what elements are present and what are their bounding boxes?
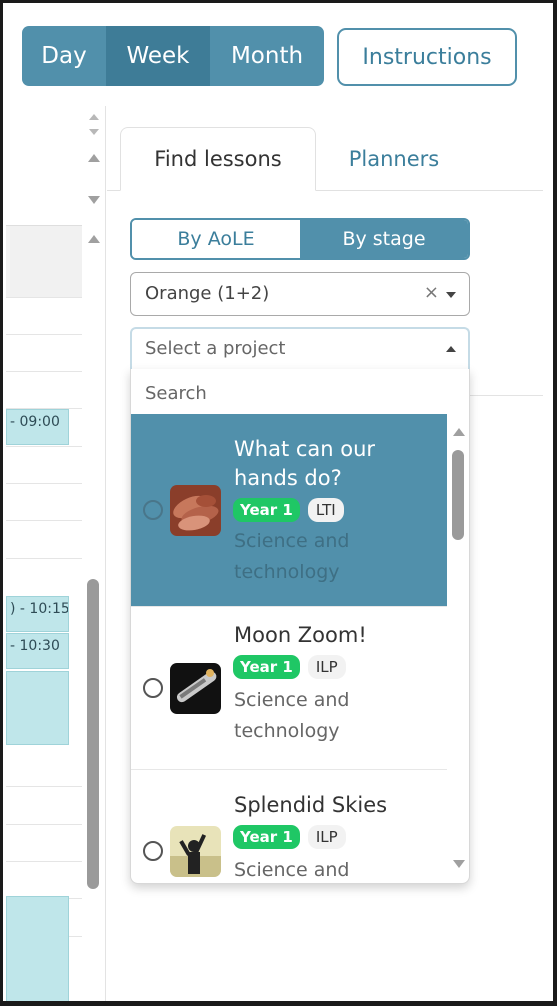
- view-switch: Day Week Month: [22, 26, 324, 86]
- calendar-event[interactable]: ) - 10:15: [6, 596, 69, 632]
- by-stage-button[interactable]: By stage: [300, 220, 468, 258]
- calendar-grid[interactable]: - 09:00 ) - 10:15 - 10:30: [6, 106, 82, 1001]
- scroll-up-icon[interactable]: [88, 154, 100, 162]
- hour-line: [6, 334, 82, 335]
- project-option-moon-zoom[interactable]: Moon Zoom! Year 1 ILP Science and techno…: [131, 607, 447, 770]
- hour-line: [6, 824, 82, 825]
- hour-line: [6, 786, 82, 787]
- project-search-input[interactable]: Search: [145, 383, 207, 404]
- scroll-up-small-icon[interactable]: [89, 114, 99, 120]
- by-aole-button[interactable]: By AoLE: [132, 220, 300, 258]
- instructions-button[interactable]: Instructions: [337, 28, 517, 86]
- type-badge: ILP: [307, 655, 346, 679]
- hour-line: [6, 297, 82, 298]
- project-title: What can our hands do?: [234, 437, 376, 490]
- calendar-event[interactable]: [6, 896, 69, 1001]
- hour-line: [6, 483, 82, 484]
- project-badges: Year 1 ILP: [233, 655, 346, 679]
- stage-select[interactable]: Orange (1+2) ×: [130, 272, 470, 316]
- scroll-down-icon[interactable]: [88, 196, 100, 204]
- year-badge: Year 1: [233, 825, 300, 849]
- hour-line: [6, 558, 82, 559]
- type-badge: ILP: [307, 825, 346, 849]
- tab-find-lessons[interactable]: Find lessons: [120, 127, 316, 191]
- project-subject: Science and: [234, 859, 350, 881]
- clear-icon[interactable]: ×: [424, 282, 439, 303]
- year-badge: Year 1: [233, 498, 300, 522]
- tab-planners[interactable]: Planners: [321, 127, 467, 191]
- view-month-button[interactable]: Month: [210, 26, 324, 86]
- scroll-down-icon[interactable]: [453, 860, 465, 868]
- type-badge: LTI: [307, 498, 344, 522]
- hour-line: [6, 446, 82, 447]
- filter-toggle: By AoLE By stage: [130, 218, 470, 260]
- calendar-strip: - 09:00 ) - 10:15 - 10:30: [6, 106, 106, 1001]
- hands-thumbnail-icon: [170, 485, 221, 536]
- all-day-row: [6, 225, 82, 297]
- project-subject: Science and technology: [234, 530, 350, 583]
- hour-line: [6, 861, 82, 862]
- panel-divider: [469, 395, 543, 396]
- project-option-splendid-skies[interactable]: Splendid Skies Year 1 ILP Science and: [131, 770, 447, 883]
- calendar-event[interactable]: - 09:00: [6, 409, 69, 445]
- hour-line: [6, 520, 82, 521]
- app-frame: Day Week Month Instructions - 09:00 ) - …: [0, 0, 557, 1006]
- radio-button[interactable]: [143, 500, 163, 520]
- project-list: What can our hands do? Year 1 LTI Scienc…: [131, 414, 447, 883]
- year-badge: Year 1: [233, 655, 300, 679]
- scroll-up-icon[interactable]: [453, 428, 465, 436]
- sky-person-thumbnail-icon: [170, 826, 221, 877]
- calendar-scroll-thumb[interactable]: [87, 579, 99, 889]
- view-week-button[interactable]: Week: [106, 26, 210, 86]
- rocket-thumbnail-icon: [170, 663, 221, 714]
- hour-line: [6, 371, 82, 372]
- calendar-event[interactable]: - 10:30: [6, 633, 69, 669]
- project-badges: Year 1 ILP: [233, 825, 346, 849]
- calendar-event[interactable]: [6, 671, 69, 745]
- project-select-placeholder: Select a project: [145, 338, 286, 359]
- radio-button[interactable]: [143, 841, 163, 861]
- project-title: Splendid Skies: [234, 793, 388, 817]
- radio-button[interactable]: [143, 678, 163, 698]
- project-dropdown: Search What can our hands do? Year 1 LTI…: [130, 369, 470, 884]
- scroll-up-icon[interactable]: [88, 235, 100, 243]
- dropdown-scroll-thumb[interactable]: [452, 450, 464, 540]
- project-badges: Year 1 LTI: [233, 498, 344, 522]
- project-subject: Science and technology: [234, 689, 350, 742]
- view-day-button[interactable]: Day: [22, 26, 106, 86]
- chevron-down-icon[interactable]: [446, 292, 456, 298]
- project-title: Moon Zoom!: [234, 623, 367, 647]
- project-option-what-can-our-hands-do[interactable]: What can our hands do? Year 1 LTI Scienc…: [131, 414, 447, 607]
- dropdown-scrollbar[interactable]: [447, 414, 469, 883]
- chevron-up-icon[interactable]: [446, 346, 456, 352]
- stage-select-value: Orange (1+2): [145, 283, 270, 304]
- project-select[interactable]: Select a project: [130, 327, 470, 371]
- scroll-down-small-icon[interactable]: [89, 129, 99, 135]
